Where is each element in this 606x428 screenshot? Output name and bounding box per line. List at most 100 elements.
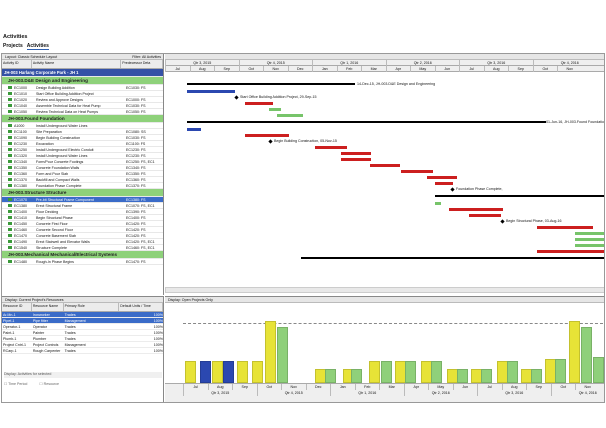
histogram-bar[interactable] (405, 361, 416, 383)
resource-checkbox[interactable]: ☐ Resource (39, 382, 59, 386)
histogram-bar[interactable] (277, 327, 288, 383)
histogram-bar[interactable] (431, 361, 442, 383)
gantt-bar[interactable] (469, 213, 501, 217)
gantt-bar[interactable] (187, 120, 597, 123)
histogram-bar[interactable] (252, 361, 263, 383)
wbs-label: JH-003.D&E Design and Engineering (8, 78, 88, 83)
gantt-bar[interactable] (341, 157, 371, 161)
col-default-units[interactable]: Default Units / Time (119, 303, 163, 311)
activity-icon (8, 172, 12, 175)
predecessor: EC1250: FS, EC1 (126, 159, 155, 164)
gantt-bar[interactable] (401, 169, 433, 173)
gantt-bar[interactable] (187, 127, 201, 131)
predecessor: EC1420: FS (126, 227, 146, 232)
histogram-display-label[interactable]: Display: Open Projects Only (168, 298, 213, 302)
col-primary-role[interactable]: Primary Role (64, 303, 120, 311)
resource-row[interactable]: RCarp-1 Rough Carpenter Trades 100% (2, 348, 163, 354)
gantt-bar[interactable] (301, 256, 604, 259)
table-header: Activity ID Activity Name Predecessor De… (2, 60, 163, 69)
histogram-bar[interactable] (507, 361, 518, 383)
activity-icon (8, 234, 12, 237)
gantt-bar[interactable] (269, 107, 281, 111)
histogram-bar[interactable] (212, 361, 223, 383)
tab-bar: Projects Activities (3, 43, 49, 50)
gantt-bar[interactable] (537, 225, 593, 229)
milestone-marker[interactable] (268, 138, 273, 144)
gantt-bar[interactable] (187, 89, 235, 93)
page-title: Activities (3, 34, 28, 40)
gantt-bar[interactable] (575, 237, 604, 241)
col-predecessor[interactable]: Predecessor Deta (121, 60, 163, 68)
activity-id: EC1040 (14, 103, 27, 108)
histogram-bar[interactable] (185, 361, 196, 383)
activity-row[interactable]: JH-003.Structure Structure (2, 189, 163, 197)
col-resource-name[interactable]: Resource Name (32, 303, 64, 311)
histogram-bar[interactable] (457, 369, 468, 383)
histogram-bar[interactable] (381, 361, 392, 383)
milestone-marker[interactable] (500, 218, 505, 224)
histogram-bar[interactable] (237, 361, 248, 383)
histogram-bar[interactable] (531, 369, 542, 383)
milestone-marker[interactable] (450, 186, 455, 192)
wbs-label: JH-003 Harlang Corporate Park - JH 1 (4, 70, 79, 75)
activity-icon (8, 222, 12, 225)
histogram-bar[interactable] (351, 369, 362, 383)
activity-icon (8, 92, 12, 95)
resource-id: Project Cntrl-1 (3, 342, 26, 347)
tab-activities[interactable]: Activities (26, 43, 49, 50)
gantt-bar[interactable] (245, 133, 289, 137)
gantt-bar[interactable] (315, 145, 347, 149)
layout-label[interactable]: Layout: Classic Schedule Layout (5, 55, 57, 59)
gantt-bar[interactable] (435, 201, 441, 205)
gantt-bar[interactable] (449, 207, 503, 211)
wbs-label: JH-003.Found Foundation (8, 116, 65, 121)
activity-row[interactable]: JH-003.D&E Design and Engineering (2, 77, 163, 85)
activity-icon (8, 246, 12, 249)
histogram-bar[interactable] (223, 361, 234, 383)
gantt-bar[interactable] (435, 181, 453, 185)
activity-id: EC1470 (14, 233, 27, 238)
activity-id: EC1050 (14, 109, 27, 114)
time-period-checkbox[interactable]: ☐ Time Period (4, 382, 27, 386)
gantt-bar[interactable] (277, 113, 303, 117)
resource-display-label[interactable]: Display: Current Project's Resources (5, 298, 64, 302)
gantt-bar[interactable] (537, 249, 604, 253)
activity-row[interactable]: JH-003.Found Foundation (2, 115, 163, 123)
histogram-bar[interactable] (325, 369, 336, 383)
histogram-bar[interactable] (593, 357, 604, 383)
milestone-marker[interactable] (234, 94, 239, 100)
gantt-bar[interactable] (187, 82, 355, 85)
resource-role: Trades (64, 330, 76, 335)
gantt-bar[interactable] (575, 231, 604, 235)
col-resource-id[interactable]: Resource ID (2, 303, 32, 311)
activity-row[interactable]: EC1480 Rough-In Phase Begins EC1470: FS (2, 259, 163, 265)
histogram-bar[interactable] (265, 321, 276, 383)
col-activity-id[interactable]: Activity ID (2, 60, 32, 68)
histogram-bar[interactable] (200, 361, 211, 383)
activity-row[interactable]: JH-003 Harlang Corporate Park - JH 1 (2, 69, 163, 77)
resource-units: 100% (153, 348, 163, 353)
gantt-bar[interactable] (341, 151, 371, 155)
gantt-bar-label: Begin Structural Phase, 03-Aug-16 (506, 218, 562, 223)
histogram-plot: Jul Aug Sep Oct Nov Dec Jan Feb Mar Apr May Jun Jul A… (165, 303, 604, 402)
tab-projects[interactable]: Projects (3, 43, 23, 50)
gantt-bar[interactable] (427, 175, 457, 179)
histogram-bar[interactable] (581, 327, 592, 383)
gantt-scrollbar[interactable] (165, 287, 604, 293)
filter-label[interactable]: Filter: All Activities (132, 55, 161, 59)
histogram-bar[interactable] (569, 321, 580, 383)
time-period-label: Time Period (8, 382, 28, 386)
histogram-bar[interactable] (555, 359, 566, 383)
resource-id: Paint-1 (3, 330, 15, 335)
gantt-bar-label: Start Office Building Addition Project, … (240, 94, 317, 99)
col-activity-name[interactable]: Activity Name (32, 60, 122, 68)
activity-row[interactable]: JH-003.Mechanical Mechanical/Electrical … (2, 251, 163, 259)
histogram-bar[interactable] (369, 361, 380, 383)
gantt-bar[interactable] (370, 163, 400, 167)
gantt-bar[interactable] (435, 194, 604, 197)
gantt-bar[interactable] (245, 101, 273, 105)
resource-footer: Display: Activities for selected (4, 372, 162, 378)
activity-name: Concrete Foundation Walls (36, 165, 80, 170)
gantt-bar[interactable] (575, 243, 604, 247)
histogram-bar[interactable] (481, 369, 492, 383)
